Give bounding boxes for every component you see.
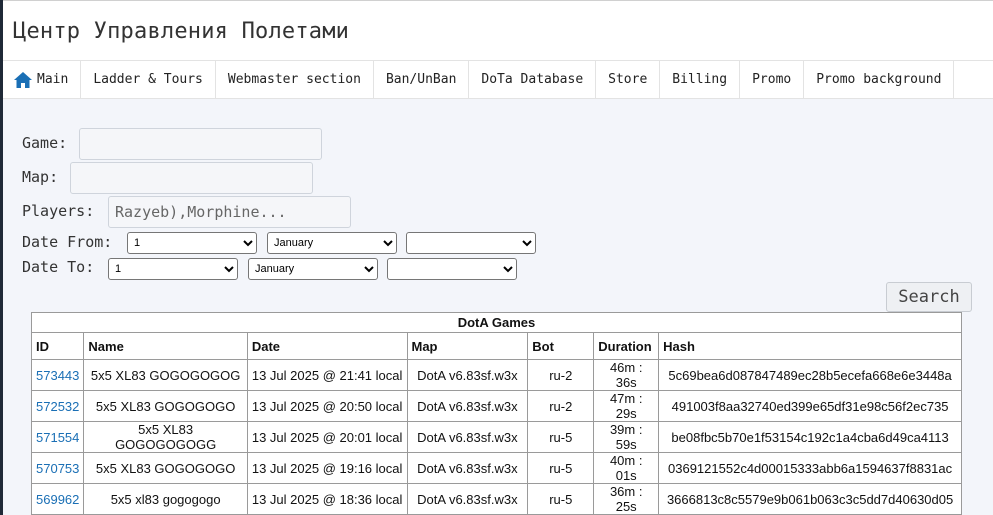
date-from-label: Date From: xyxy=(22,233,113,251)
game-map-cell: DotA v6.83sf.w3x xyxy=(406,483,529,515)
date-to-month-select[interactable]: January xyxy=(248,258,378,280)
game-hash-cell: 3666813c8c5579e9b061b063c3c5dd7d40630d05 xyxy=(658,483,962,515)
nav-item-promo-background[interactable]: Promo background xyxy=(804,61,955,98)
nav-item-ladder-tours[interactable]: Ladder & Tours xyxy=(81,61,216,98)
date-to-label: Date To: xyxy=(22,258,95,276)
game-map-cell: DotA v6.83sf.w3x xyxy=(406,421,529,453)
game-id-link[interactable]: 572532 xyxy=(36,399,79,414)
page-title: Центр Управления Полетами xyxy=(13,19,350,44)
column-header-id[interactable]: ID xyxy=(30,332,85,360)
game-name-cell: 5x5 xl83 gogogogo xyxy=(83,483,248,515)
nav-item-webmaster-section[interactable]: Webmaster section xyxy=(216,61,374,98)
date-from-month-select[interactable]: January xyxy=(267,232,397,254)
column-header-map[interactable]: Map xyxy=(406,332,529,360)
game-bot-cell: ru-2 xyxy=(527,390,595,422)
nav-item-dota-database[interactable]: DoTa Database xyxy=(469,61,597,98)
home-icon xyxy=(13,71,33,89)
nav-item-main[interactable]: Main xyxy=(3,61,82,98)
game-label: Game: xyxy=(22,134,68,152)
column-header-bot[interactable]: Bot xyxy=(527,332,595,360)
games-table: DotA Games ID Name Date Map Bot Duration… xyxy=(30,312,962,515)
game-bot-cell: ru-5 xyxy=(527,483,595,515)
game-date-cell: 13 Jul 2025 @ 18:36 local xyxy=(246,483,408,515)
game-date-cell: 13 Jul 2025 @ 20:50 local xyxy=(246,390,408,422)
game-duration-cell: 46m : 36s xyxy=(593,359,660,391)
game-id-link[interactable]: 571554 xyxy=(36,430,79,445)
table-row: 570753 5x5 XL83 GOGOGOGO 13 Jul 2025 @ 1… xyxy=(30,452,962,484)
column-header-duration[interactable]: Duration xyxy=(593,332,660,360)
nav-item-billing[interactable]: Billing xyxy=(660,61,741,98)
game-date-cell: 13 Jul 2025 @ 20:01 local xyxy=(246,421,408,453)
column-header-date[interactable]: Date xyxy=(246,332,408,360)
date-to-day-select[interactable]: 1 xyxy=(108,258,238,280)
game-name-cell: 5x5 XL83 GOGOGOGO xyxy=(83,452,248,484)
column-header-name[interactable]: Name xyxy=(83,332,248,360)
game-bot-cell: ru-2 xyxy=(527,359,595,391)
table-row: 571554 5x5 XL83 GOGOGOGOGG 13 Jul 2025 @… xyxy=(30,421,962,453)
game-map-cell: DotA v6.83sf.w3x xyxy=(406,390,529,422)
page-header: Центр Управления Полетами xyxy=(3,0,993,61)
game-hash-cell: 491003f8aa32740ed399e65df31e98c56f2ec735 xyxy=(658,390,962,422)
game-hash-cell: 5c69bea6d087847489ec28b5ecefa668e6e3448a xyxy=(658,359,962,391)
game-map-cell: DotA v6.83sf.w3x xyxy=(406,452,529,484)
game-hash-cell: 0369121552c4d00015333abb6a1594637f8831ac xyxy=(658,452,962,484)
players-input[interactable] xyxy=(108,196,351,228)
nav-item-store[interactable]: Store xyxy=(596,61,661,98)
table-row: 572532 5x5 XL83 GOGOGOGO 13 Jul 2025 @ 2… xyxy=(30,390,962,422)
nav-item-ban-unban[interactable]: Ban/UnBan xyxy=(374,61,470,98)
game-id-link[interactable]: 573443 xyxy=(36,368,79,383)
game-map-cell: DotA v6.83sf.w3x xyxy=(406,359,529,391)
date-from-year-select[interactable] xyxy=(406,232,536,254)
date-to-year-select[interactable] xyxy=(387,258,517,280)
game-duration-cell: 47m : 29s xyxy=(593,390,660,422)
game-id-link[interactable]: 569962 xyxy=(36,492,79,507)
table-caption: DotA Games xyxy=(31,312,962,332)
game-duration-cell: 40m : 01s xyxy=(593,452,660,484)
game-id-link[interactable]: 570753 xyxy=(36,461,79,476)
table-row: 569962 5x5 xl83 gogogogo 13 Jul 2025 @ 1… xyxy=(30,483,962,515)
main-nav: Main Ladder & Tours Webmaster section Ba… xyxy=(3,60,993,99)
game-hash-cell: be08fbc5b70e1f53154c192c1a4cba6d49ca4113 xyxy=(658,421,962,453)
game-duration-cell: 36m : 25s xyxy=(593,483,660,515)
game-bot-cell: ru-5 xyxy=(527,421,595,453)
game-date-cell: 13 Jul 2025 @ 21:41 local xyxy=(246,359,408,391)
game-name-cell: 5x5 XL83 GOGOGOGOGG xyxy=(83,421,248,453)
map-label: Map: xyxy=(22,168,59,186)
date-from-day-select[interactable]: 1 xyxy=(127,232,257,254)
players-label: Players: xyxy=(22,202,95,220)
search-button[interactable]: Search xyxy=(886,282,972,312)
game-input[interactable] xyxy=(79,128,322,160)
nav-item-promo[interactable]: Promo xyxy=(740,61,805,98)
table-header-row: ID Name Date Map Bot Duration Hash xyxy=(30,332,962,360)
game-date-cell: 13 Jul 2025 @ 19:16 local xyxy=(246,452,408,484)
column-header-hash[interactable]: Hash xyxy=(658,332,962,360)
game-bot-cell: ru-5 xyxy=(527,452,595,484)
nav-item-label: Main xyxy=(37,72,69,87)
game-duration-cell: 39m : 59s xyxy=(593,421,660,453)
table-row: 573443 5x5 XL83 GOGOGOGOG 13 Jul 2025 @ … xyxy=(30,359,962,391)
game-name-cell: 5x5 XL83 GOGOGOGOG xyxy=(83,359,248,391)
game-name-cell: 5x5 XL83 GOGOGOGO xyxy=(83,390,248,422)
map-input[interactable] xyxy=(70,162,313,194)
